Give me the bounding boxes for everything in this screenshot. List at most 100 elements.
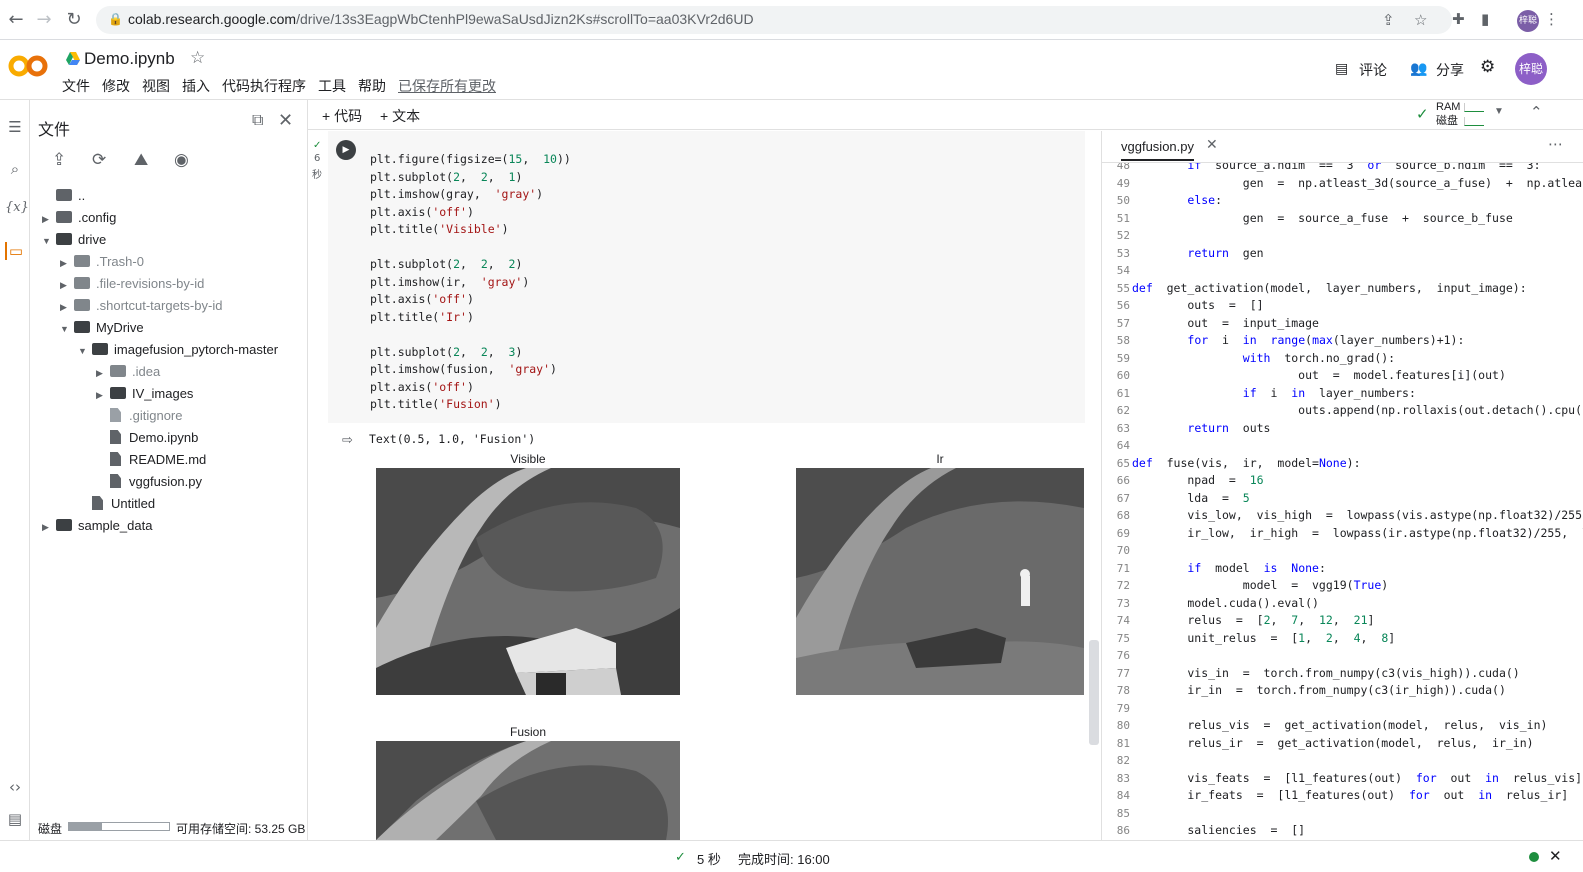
open-in-tab-icon[interactable]: ⧉	[252, 112, 263, 130]
tree-item-readme[interactable]: README.md	[110, 449, 206, 471]
comment-icon[interactable]: ▤	[1335, 60, 1348, 77]
code-line[interactable]: if i in layer_numbers:	[1132, 386, 1416, 400]
settings-gear-icon[interactable]: ⚙	[1480, 57, 1495, 77]
code-line[interactable]: npad = 16	[1132, 473, 1263, 487]
code-line[interactable]: vis_low, vis_high = lowpass(vis.astype(n…	[1132, 508, 1583, 522]
code-line[interactable]: relus_ir = get_activation(model, relus, …	[1132, 736, 1533, 750]
collapse-arrow-icon[interactable]: ▼	[42, 230, 56, 252]
tree-item-trash[interactable]: ▶ .Trash-0	[60, 251, 144, 273]
code-line[interactable]: ir_feats = [l1_features(out) for out in …	[1132, 788, 1568, 802]
expand-arrow-icon[interactable]: ▶	[60, 252, 74, 274]
bookmark-star-icon[interactable]: ☆	[1414, 11, 1427, 29]
code-line[interactable]: ir_in = torch.from_numpy(c3(ir_high)).cu…	[1132, 683, 1506, 697]
browser-menu-icon[interactable]: ⋮	[1544, 10, 1559, 28]
resource-monitor[interactable]: RAM 磁盘	[1436, 100, 1460, 128]
menu-runtime[interactable]: 代码执行程序	[222, 78, 306, 94]
code-line[interactable]: else:	[1132, 193, 1222, 207]
table-of-contents-icon[interactable]: ☰	[5, 118, 25, 136]
tree-item-mydrive[interactable]: ▼ MyDrive	[60, 317, 144, 339]
code-line[interactable]: lda = 5	[1132, 491, 1249, 505]
code-line[interactable]: outs.append(np.rollaxis(out.detach().cpu…	[1132, 403, 1583, 417]
code-line[interactable]: def get_activation(model, layer_numbers,…	[1132, 281, 1527, 295]
code-line[interactable]: if model is None:	[1132, 561, 1326, 575]
saved-status[interactable]: 已保存所有更改	[398, 78, 496, 94]
code-line[interactable]: gen = source_a_fuse + source_b_fuse	[1132, 211, 1513, 225]
comment-button[interactable]: 评论	[1359, 60, 1387, 80]
expand-arrow-icon[interactable]: ▶	[60, 274, 74, 296]
address-bar[interactable]: 🔒 colab.research.google.com/drive/13s3Ea…	[96, 6, 1452, 34]
add-code-button[interactable]: + 代码	[322, 106, 362, 126]
tree-item-idea[interactable]: ▶ .idea	[96, 361, 160, 383]
close-status-icon[interactable]: ✕	[1549, 847, 1562, 865]
tree-item-drive[interactable]: ▼ drive	[42, 229, 106, 251]
share-page-icon[interactable]: ⇪	[1382, 11, 1395, 29]
code-cell[interactable]: plt.figure(figsize=(15, 10)) plt.subplot…	[328, 131, 1085, 423]
colab-logo-icon[interactable]	[8, 52, 50, 80]
close-icon[interactable]: ✕	[278, 110, 293, 131]
code-line[interactable]: relus = [2, 7, 12, 21]	[1132, 613, 1374, 627]
account-avatar[interactable]: 梓聪	[1515, 53, 1547, 85]
tree-item-iv-images[interactable]: ▶ IV_images	[96, 383, 193, 405]
output-icon[interactable]: ⇨	[342, 433, 353, 448]
back-icon[interactable]: ←	[4, 8, 28, 32]
code-line[interactable]: model.cuda().eval()	[1132, 596, 1319, 610]
resource-dropdown-icon[interactable]: ▼	[1494, 106, 1504, 117]
mount-drive-icon[interactable]: ⛰	[134, 150, 148, 170]
code-line[interactable]: if source_a.ndim == 3 or source_b.ndim =…	[1132, 163, 1540, 172]
upload-icon[interactable]: ⇪	[52, 150, 66, 170]
share-people-icon[interactable]: 👥	[1410, 60, 1427, 77]
collapse-header-icon[interactable]: ⌃	[1530, 103, 1543, 121]
code-line[interactable]: model = vgg19(True)	[1132, 578, 1388, 592]
browser-profile-avatar[interactable]: 梓聪	[1517, 10, 1539, 32]
tree-item-gitignore[interactable]: .gitignore	[110, 405, 182, 427]
expand-arrow-icon[interactable]: ▶	[60, 296, 74, 318]
side-panel-icon[interactable]: ▮	[1481, 10, 1489, 28]
expand-arrow-icon[interactable]: ▶	[96, 362, 110, 384]
tree-item-file-revisions[interactable]: ▶ .file-revisions-by-id	[60, 273, 204, 295]
search-icon[interactable]: ⌕	[5, 160, 25, 178]
notebook-scrollbar[interactable]	[1089, 640, 1099, 745]
menu-insert[interactable]: 插入	[182, 78, 210, 94]
code-line[interactable]: relus_vis = get_activation(model, relus,…	[1132, 718, 1547, 732]
notebook-name[interactable]: Demo.ipynb	[84, 49, 175, 69]
expand-arrow-icon[interactable]: ▶	[42, 208, 56, 230]
tree-item-imagefusion[interactable]: ▼ imagefusion_pytorch-master	[78, 339, 278, 361]
more-options-icon[interactable]: ⋯	[1548, 135, 1563, 153]
tree-item-untitled[interactable]: Untitled	[92, 493, 155, 515]
close-tab-icon[interactable]: ✕	[1206, 137, 1218, 153]
terminal-icon[interactable]: ▤	[5, 810, 25, 828]
code-line[interactable]: out = model.features[i](out)	[1132, 368, 1506, 382]
star-icon[interactable]: ☆	[190, 48, 205, 68]
menu-file[interactable]: 文件	[62, 78, 90, 94]
menu-help[interactable]: 帮助	[358, 78, 386, 94]
code-line[interactable]: def fuse(vis, ir, model=None):	[1132, 456, 1361, 470]
tree-item-shortcut-targets[interactable]: ▶ .shortcut-targets-by-id	[60, 295, 222, 317]
expand-arrow-icon[interactable]: ▶	[96, 384, 110, 406]
forward-icon[interactable]: →	[32, 8, 56, 32]
menu-tools[interactable]: 工具	[318, 78, 346, 94]
variables-icon[interactable]: {x}	[5, 200, 29, 215]
tree-item-config[interactable]: ▶ .config	[42, 207, 116, 229]
code-line[interactable]: outs = []	[1132, 298, 1263, 312]
code-line[interactable]: with torch.no_grad():	[1132, 351, 1395, 365]
tree-item-vggfusion[interactable]: vggfusion.py	[110, 471, 202, 493]
tree-item-sample-data[interactable]: ▶ sample_data	[42, 515, 152, 537]
code-line[interactable]: saliencies = []	[1132, 823, 1305, 837]
editor-code-area[interactable]: 48 if source_a.ndim == 3 or source_b.ndi…	[1102, 163, 1583, 840]
files-folder-icon[interactable]: ▭	[5, 242, 25, 260]
tree-item-up[interactable]: ..	[42, 185, 85, 207]
menu-view[interactable]: 视图	[142, 78, 170, 94]
expand-arrow-icon[interactable]: ▶	[42, 516, 56, 538]
editor-tab-vggfusion[interactable]: vggfusion.py	[1121, 139, 1194, 161]
code-line[interactable]: return outs	[1132, 421, 1270, 435]
refresh-folder-icon[interactable]: ⟳	[92, 150, 106, 170]
run-cell-button[interactable]: ▶	[336, 140, 356, 160]
share-button[interactable]: 分享	[1436, 60, 1464, 80]
code-snippets-icon[interactable]: ‹›	[5, 778, 25, 796]
add-text-button[interactable]: + 文本	[380, 106, 420, 126]
reload-icon[interactable]: ↻	[62, 8, 86, 32]
code-line[interactable]: return gen	[1132, 246, 1263, 260]
collapse-arrow-icon[interactable]: ▼	[78, 340, 92, 362]
tree-item-demo-ipynb[interactable]: Demo.ipynb	[110, 427, 198, 449]
code-line[interactable]: for i in range(max(layer_numbers)+1):	[1132, 333, 1464, 347]
